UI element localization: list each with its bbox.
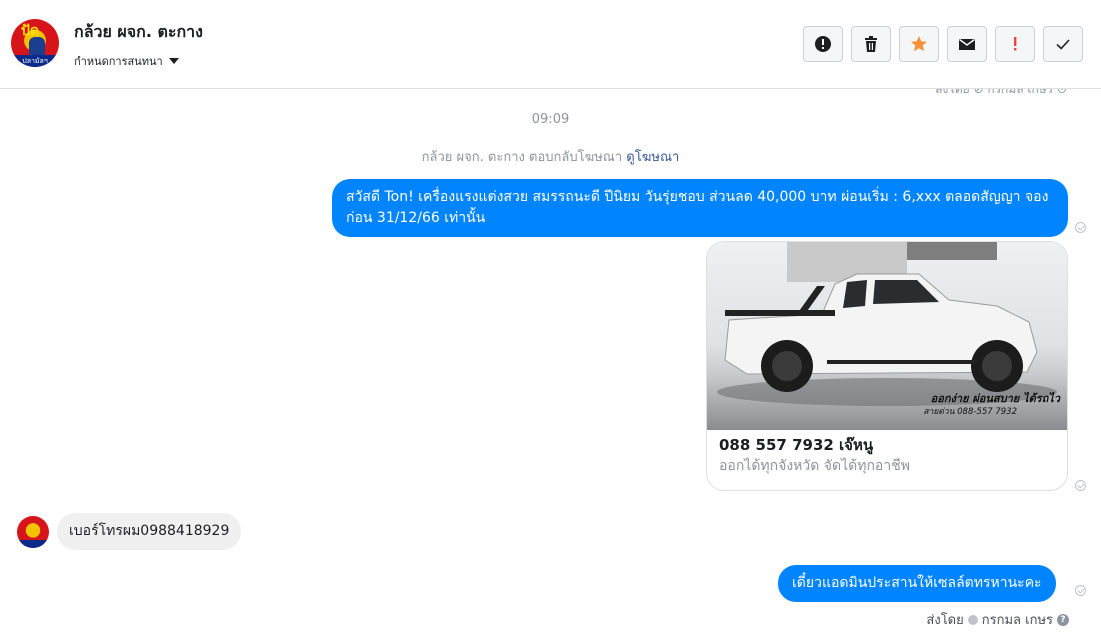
delivered-check-icon <box>1075 222 1086 233</box>
envelope-icon <box>959 38 975 50</box>
view-ad-link[interactable]: ดูโฆษณา <box>626 150 679 165</box>
sender-avatar[interactable] <box>17 516 49 548</box>
delete-button[interactable] <box>851 26 891 62</box>
star-icon <box>911 36 927 52</box>
alert-circle-icon <box>815 36 831 52</box>
sent-by-name: กรกมล เกษร <box>981 613 1053 628</box>
delivered-check-icon <box>1075 480 1086 491</box>
conversation-header: ปัด ปลามัลฯ กล้วย ผจก. ตะกาง กำหนดการสนท… <box>0 0 1101 89</box>
trash-icon <box>865 36 877 52</box>
timestamp: 09:09 <box>531 112 570 127</box>
outgoing-message[interactable]: สวัสดี Ton! เครื่องแรงแต่งสวย สมรรถนะดี … <box>332 179 1068 237</box>
ad-overlay-slogan: ออกง่าย ผ่อนสบาย ได้รถไว <box>931 391 1061 405</box>
help-icon[interactable]: ? <box>1057 613 1069 626</box>
ad-card-title: 088 557 7932 เจ๊หนู <box>719 436 874 454</box>
ad-card[interactable]: ออกง่าย ผ่อนสบาย ได้รถไว สายด่วน 088-557… <box>706 241 1068 491</box>
mark-spam-button[interactable] <box>803 26 843 62</box>
schedule-conversation-dropdown[interactable]: กำหนดการสนทนา <box>74 52 179 70</box>
avatar-band <box>17 540 49 548</box>
contact-name: กล้วย ผจก. ตะกาง <box>74 22 203 41</box>
sent-status-icon <box>967 614 978 625</box>
caret-down-icon <box>168 58 179 64</box>
ad-reply-text: กล้วย ผจก. ตะกาง ตอบกลับโฆษณา <box>421 150 623 165</box>
ad-card-subtitle: ออกได้ทุกจังหวัด จัดได้ทุกอาชีพ <box>719 458 910 474</box>
car-image: ออกง่าย ผ่อนสบาย ได้รถไว สายด่วน 088-557… <box>707 242 1067 430</box>
delivered-check-icon <box>1075 585 1086 596</box>
ad-reply-notice: กล้วย ผจก. ตะกาง ตอบกลับโฆษณา ดูโฆษณา <box>0 146 1101 167</box>
pickup-truck-illustration: ออกง่าย ผ่อนสบาย ได้รถไว สายด่วน 088-557… <box>717 242 1061 417</box>
action-toolbar <box>803 26 1083 62</box>
mark-done-button[interactable] <box>1043 26 1083 62</box>
page-avatar[interactable]: ปัด ปลามัลฯ <box>11 19 59 67</box>
star-button[interactable] <box>899 26 939 62</box>
ad-overlay-hotline: สายด่วน 088-557 7932 <box>923 407 1017 417</box>
outgoing-message[interactable]: เดี๋ยวแอดมินประสานให้เซลล์ตทรหานะคะ <box>778 565 1056 602</box>
avatar-band-text: ปลามัลฯ <box>11 55 59 67</box>
sent-by-info: ส่งโดย กรกมล เกษร ? <box>926 609 1069 630</box>
schedule-conversation-label: กำหนดการสนทนา <box>74 55 163 68</box>
mark-unread-button[interactable] <box>947 26 987 62</box>
checkmark-icon <box>1056 39 1070 50</box>
exclamation-icon <box>1014 37 1017 51</box>
incoming-message[interactable]: เบอร์โทรผม0988418929 <box>57 513 242 550</box>
sent-by-label: ส่งโดย <box>926 613 964 628</box>
follow-up-button[interactable] <box>995 26 1035 62</box>
